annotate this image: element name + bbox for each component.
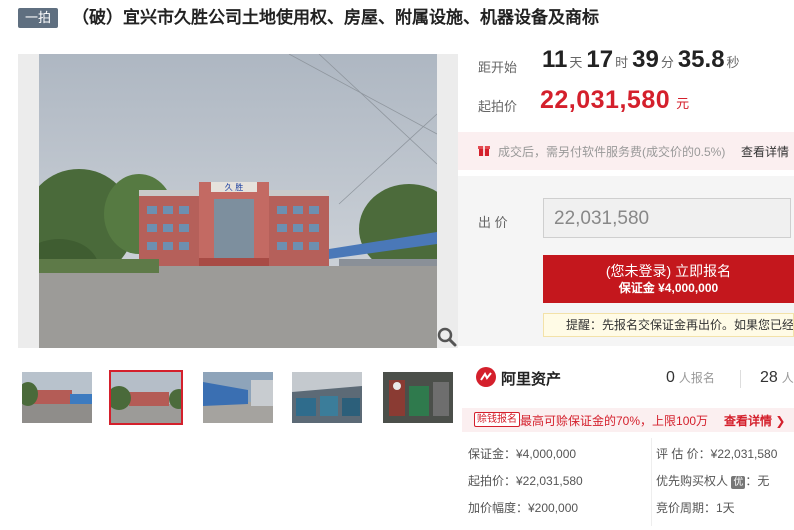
register-button-label: (您未登录) 立即报名 [605,263,732,279]
promo-tag: 赊钱报名 [474,412,520,427]
registered-number: 0 [666,369,675,386]
thumbnail-1[interactable] [22,372,92,423]
promo-text: 最高可赊保证金的70%，上限100万 [520,414,709,428]
fee-details-link[interactable]: 查看详情 [741,143,789,160]
fee-notice-text: 成交后，需另付软件服务费(成交价的0.5%) [498,145,726,159]
increment-info: 加价幅度：¥200,000 [468,501,579,515]
page-title: （破）宜兴市久胜公司土地使用权、房屋、附属设施、机器设备及商标 [72,8,599,27]
reminder-number: 28 [760,369,778,386]
days-unit: 天 [569,55,583,70]
start-price-value: 22,031,580 [540,86,671,114]
priority-buyer-info: 优先购买权人 优：无 [656,472,769,489]
thumbnail-4[interactable] [292,372,362,423]
registered-count: 0 人报名 [666,369,715,387]
thumbnail-5[interactable] [383,372,453,423]
countdown-label: 距开始 [478,60,518,75]
countdown-timer: 11 天 17 时 39 分 35.8 秒 [542,46,744,74]
minutes-unit: 分 [660,55,674,70]
countdown-hours: 17 [586,46,614,73]
priority-badge: 优 [731,476,746,489]
stats-divider [740,370,741,388]
seconds-unit: 秒 [726,55,740,70]
bid-label: 出 价 [478,215,508,230]
thumbnail-2[interactable] [109,370,183,425]
info-divider [651,438,652,526]
countdown-minutes: 39 [632,46,659,73]
register-button-deposit: 保证金 ¥4,000,000 [618,281,719,295]
promo-details-link[interactable]: 查看详情 ❯ [724,412,785,429]
zoom-icon[interactable] [436,326,458,348]
fee-notice: 成交后，需另付软件服务费(成交价的0.5%) 查看详情 [458,132,794,170]
building-sign: 久 胜 [225,182,244,192]
priority-value: ：无 [745,474,770,488]
countdown-seconds: 35.8 [677,46,725,73]
ali-assets-logo-icon [476,367,496,387]
deposit-info: 保证金：¥4,000,000 [468,447,577,461]
bid-cycle-info: 竞价周期：1天 [656,501,735,515]
valuation-info: 评 估 价：¥22,031,580 [656,447,778,461]
hours-unit: 时 [615,55,629,70]
thumbnail-3[interactable] [203,372,273,423]
main-photo[interactable]: 久 胜 [18,54,458,348]
main-photo-scene: 久 胜 [39,54,437,348]
register-button[interactable]: (您未登录) 立即报名 保证金 ¥4,000,000 [543,255,794,303]
auction-type-badge: 一拍 [18,8,58,28]
registered-label: 人报名 [678,371,715,385]
credit-deposit-promo: 赊钱报名 最高可赊保证金的70%，上限100万 查看详情 ❯ [462,408,794,432]
platform-name: 阿里资产 [501,371,562,388]
bid-tip: 提醒：先报名交保证金再出价。如果您已经 [543,313,794,337]
gift-icon [478,146,490,156]
start-price-info: 起拍价：¥22,031,580 [468,474,583,488]
priority-label: 优先购买权人 [656,474,729,488]
bid-input[interactable]: 22,031,580 [543,198,791,238]
start-price: 22,031,580 元 [540,86,689,115]
reminder-label: 人 [781,371,794,385]
start-price-unit: 元 [676,96,690,111]
reminder-count: 28 人 [760,369,794,387]
start-price-label: 起拍价 [478,99,518,114]
countdown-days: 11 [542,46,568,73]
